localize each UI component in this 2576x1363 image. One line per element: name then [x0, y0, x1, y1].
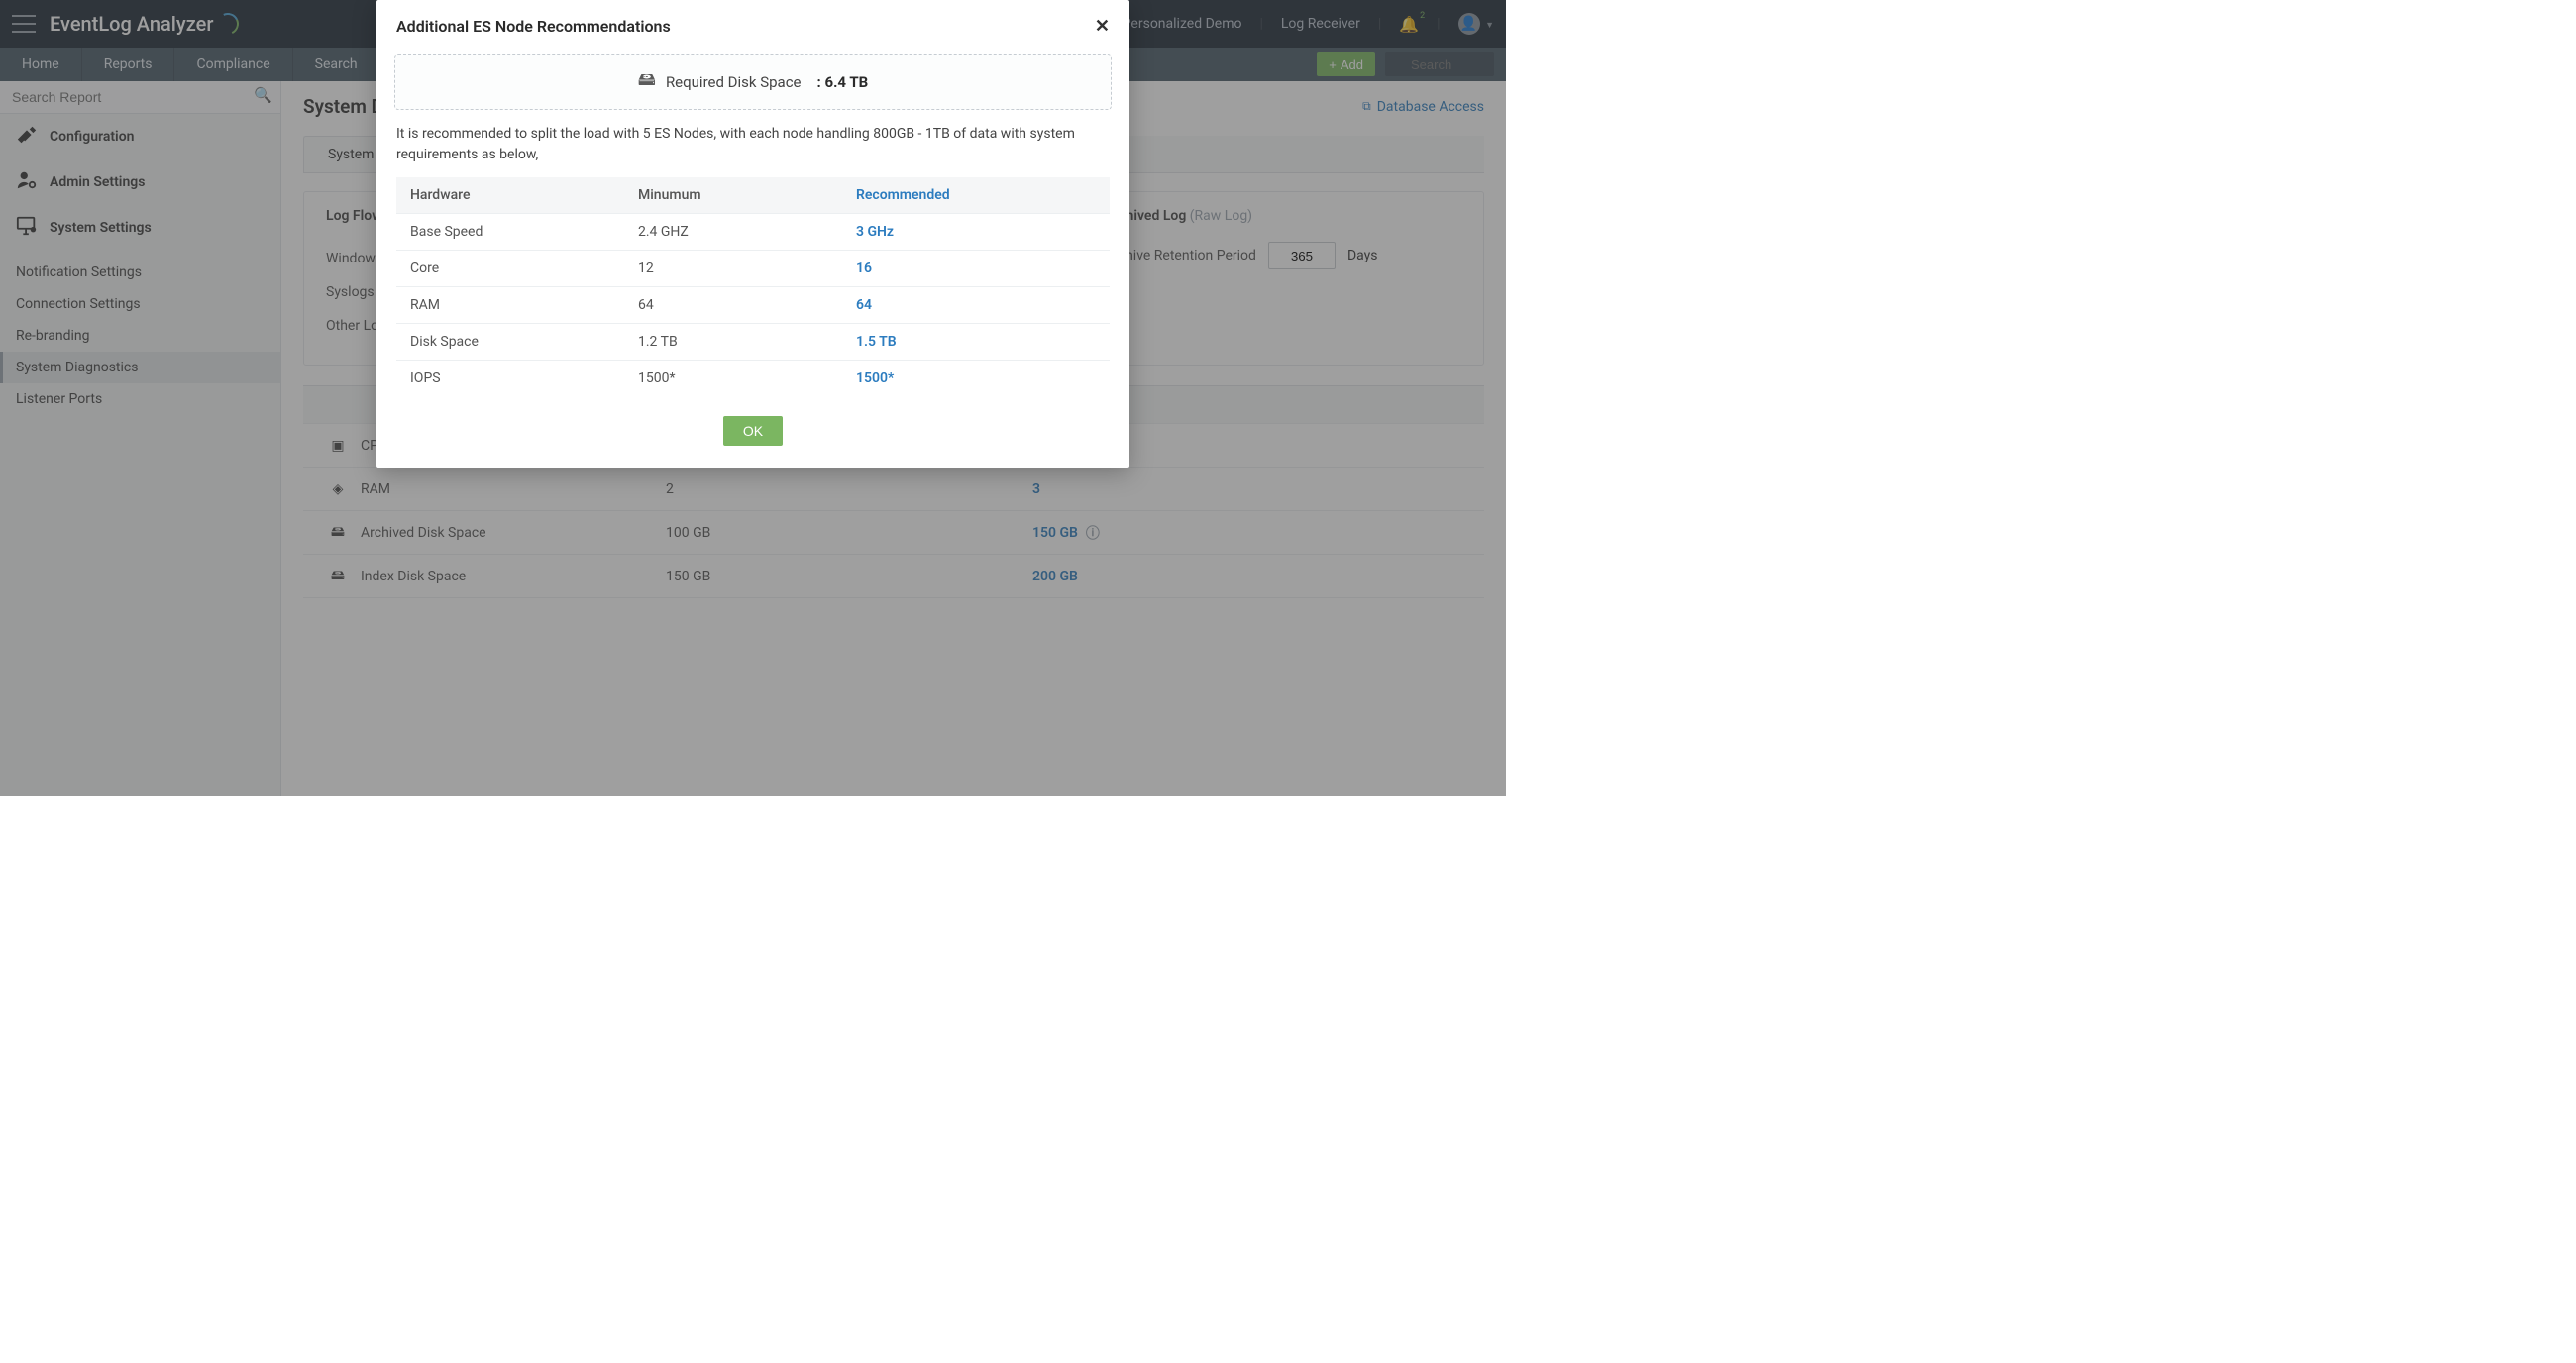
modal-row: RAM 64 64: [396, 287, 1110, 324]
hdd-icon: 🖴: [638, 67, 656, 97]
modal-overlay: Additional ES Node Recommendations ✕ 🖴 R…: [0, 0, 1506, 796]
required-disk-label: Required Disk Space: [666, 73, 802, 91]
modal-row: Core 12 16: [396, 251, 1110, 287]
es-node-modal: Additional ES Node Recommendations ✕ 🖴 R…: [376, 0, 1129, 468]
modal-header-hardware: Hardware: [410, 187, 638, 203]
close-icon[interactable]: ✕: [1095, 16, 1110, 37]
modal-row: IOPS 1500* 1500*: [396, 361, 1110, 396]
modal-requirements-table: Hardware Minumum Recommended Base Speed …: [396, 177, 1110, 396]
required-disk-value: : 6.4 TB: [817, 73, 869, 91]
modal-header-min: Minumum: [638, 187, 856, 203]
modal-row: Base Speed 2.4 GHZ 3 GHz: [396, 214, 1110, 251]
modal-description: It is recommended to split the load with…: [376, 110, 1129, 167]
ok-button[interactable]: OK: [723, 416, 783, 446]
required-disk-space-box: 🖴 Required Disk Space : 6.4 TB: [394, 54, 1112, 110]
modal-header-rec: Recommended: [856, 187, 950, 203]
modal-title: Additional ES Node Recommendations: [396, 17, 671, 36]
modal-row: Disk Space 1.2 TB 1.5 TB: [396, 324, 1110, 361]
